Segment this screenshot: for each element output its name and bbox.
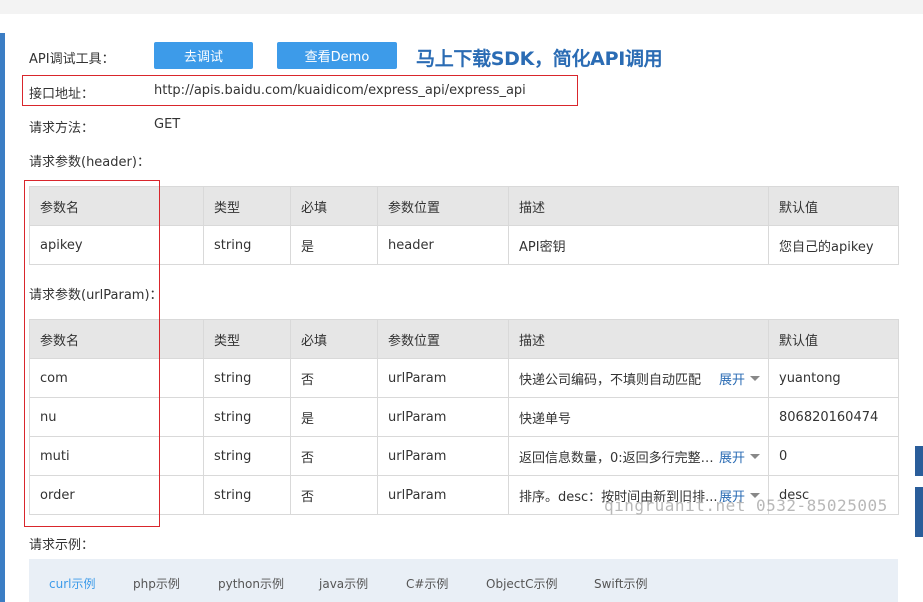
param-name: muti xyxy=(29,436,204,476)
param-location: urlParam xyxy=(377,475,509,515)
watermark-text: qingruanit.net 0532-85025005 xyxy=(604,496,888,515)
param-type: string xyxy=(203,397,291,437)
param-type: string xyxy=(203,358,291,398)
view-demo-button[interactable]: 查看Demo xyxy=(277,42,397,69)
tab-php[interactable]: php示例 xyxy=(133,575,180,592)
param-required: 否 xyxy=(290,475,378,515)
right-side-tab[interactable] xyxy=(915,446,923,476)
tab-python[interactable]: python示例 xyxy=(218,575,284,592)
param-default: yuantong xyxy=(768,358,899,398)
param-location: urlParam xyxy=(377,397,509,437)
examples-title: 请求示例： xyxy=(29,538,95,553)
param-name: apikey xyxy=(29,225,204,265)
column-header: 参数位置 xyxy=(377,319,509,359)
method-label: 请求方法： xyxy=(29,121,95,136)
param-desc-cell: 快递公司编码，不填则自动匹配 展开 xyxy=(508,358,769,398)
tab-csharp[interactable]: C#示例 xyxy=(406,575,448,592)
left-accent-bar xyxy=(0,33,5,602)
column-header: 描述 xyxy=(508,319,769,359)
table-header-row: 参数名 类型 必填 参数位置 描述 默认值 xyxy=(29,319,899,359)
right-side-tab-2[interactable] xyxy=(915,487,923,537)
param-type: string xyxy=(203,225,291,265)
param-location: urlParam xyxy=(377,436,509,476)
param-desc-cell: 返回信息数量，0:返回多行完整的... 展开 xyxy=(508,436,769,476)
tab-objectc[interactable]: ObjectC示例 xyxy=(486,575,557,592)
param-type: string xyxy=(203,436,291,476)
param-default: 806820160474 xyxy=(768,397,899,437)
debug-button[interactable]: 去调试 xyxy=(154,42,253,69)
column-header: 描述 xyxy=(508,186,769,226)
param-desc: API密钥 xyxy=(508,225,769,265)
api-tools-label: API调试工具： xyxy=(29,52,115,67)
param-default-link[interactable]: 您自己的apikey xyxy=(768,225,899,265)
column-header: 类型 xyxy=(203,186,291,226)
param-required: 否 xyxy=(290,358,378,398)
endpoint-label: 接口地址： xyxy=(29,87,95,102)
param-required: 否 xyxy=(290,436,378,476)
param-name: com xyxy=(29,358,204,398)
header-params-title: 请求参数(header)： xyxy=(29,155,150,170)
column-header: 类型 xyxy=(203,319,291,359)
table-row: nu string 是 urlParam 快递单号 806820160474 xyxy=(29,397,899,437)
table-row: muti string 否 urlParam 返回信息数量，0:返回多行完整的.… xyxy=(29,436,899,476)
expand-label: 展开 xyxy=(719,450,746,466)
example-tabs: curl示例 php示例 python示例 java示例 C#示例 Object… xyxy=(29,559,898,602)
tab-curl[interactable]: curl示例 xyxy=(49,575,95,592)
column-header: 参数位置 xyxy=(377,186,509,226)
param-required: 是 xyxy=(290,225,378,265)
sdk-promo-link[interactable]: 马上下载SDK，简化API调用 xyxy=(416,44,663,71)
chevron-down-icon xyxy=(750,453,761,459)
param-name: nu xyxy=(29,397,204,437)
param-desc: 返回信息数量，0:返回多行完整的... xyxy=(519,450,719,466)
chevron-down-icon xyxy=(750,375,761,381)
column-header: 参数名 xyxy=(29,186,204,226)
header-params-table: 参数名 类型 必填 参数位置 描述 默认值 apikey string 是 he… xyxy=(29,186,899,265)
expand-label: 展开 xyxy=(719,372,746,388)
param-desc: 快递单号 xyxy=(508,397,769,437)
table-row: apikey string 是 header API密钥 您自己的apikey xyxy=(29,225,899,265)
param-location: header xyxy=(377,225,509,265)
column-header: 参数名 xyxy=(29,319,204,359)
param-location: urlParam xyxy=(377,358,509,398)
table-row: com string 否 urlParam 快递公司编码，不填则自动匹配 展开 … xyxy=(29,358,899,398)
param-desc: 快递公司编码，不填则自动匹配 xyxy=(519,372,702,388)
top-bar xyxy=(0,0,923,14)
table-header-row: 参数名 类型 必填 参数位置 描述 默认值 xyxy=(29,186,899,226)
column-header: 必填 xyxy=(290,319,378,359)
url-params-title: 请求参数(urlParam)： xyxy=(29,288,163,303)
url-params-table: 参数名 类型 必填 参数位置 描述 默认值 com string 否 urlPa… xyxy=(29,319,899,515)
tab-java[interactable]: java示例 xyxy=(319,575,368,592)
param-type: string xyxy=(203,475,291,515)
expand-toggle[interactable]: 展开 xyxy=(719,437,761,475)
column-header: 默认值 xyxy=(768,186,899,226)
param-required: 是 xyxy=(290,397,378,437)
method-value: GET xyxy=(154,117,181,132)
expand-toggle[interactable]: 展开 xyxy=(719,359,761,397)
endpoint-url: http://apis.baidu.com/kuaidicom/express_… xyxy=(154,83,526,98)
param-name: order xyxy=(29,475,204,515)
tab-swift[interactable]: Swift示例 xyxy=(594,575,648,592)
column-header: 必填 xyxy=(290,186,378,226)
column-header: 默认值 xyxy=(768,319,899,359)
param-default: 0 xyxy=(768,436,899,476)
